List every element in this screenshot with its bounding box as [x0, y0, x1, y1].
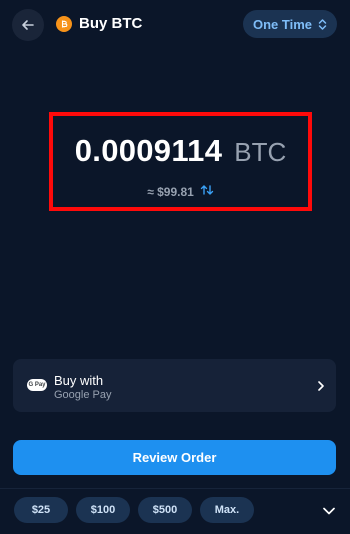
quick-amount-row: $25 $100 $500 Max. — [14, 497, 254, 523]
review-order-label: Review Order — [132, 450, 217, 465]
review-order-button[interactable]: Review Order — [13, 440, 336, 475]
back-button[interactable] — [12, 9, 44, 41]
payment-method-selector[interactable]: G Pay Buy with Google Pay — [13, 359, 336, 412]
divider — [0, 488, 350, 489]
arrow-left-icon — [22, 20, 34, 30]
header: Buy BTC One Time — [0, 0, 350, 50]
page-title: Buy BTC — [79, 15, 143, 32]
swap-currency-button[interactable] — [200, 183, 214, 201]
quick-amount-100[interactable]: $100 — [76, 497, 130, 523]
fiat-equivalent: ≈ $99.81 — [53, 183, 308, 201]
quick-amount-500[interactable]: $500 — [138, 497, 192, 523]
crypto-amount[interactable]: 0.0009114 BTC — [53, 133, 308, 169]
payment-method-name: Google Pay — [54, 389, 112, 401]
chevron-down-icon — [323, 507, 335, 515]
chevron-up-down-icon — [318, 18, 327, 30]
crypto-amount-unit: BTC — [234, 137, 287, 167]
purchase-frequency-label: One Time — [252, 16, 312, 32]
quick-amount-max[interactable]: Max. — [200, 497, 254, 523]
quick-amount-25[interactable]: $25 — [14, 497, 68, 523]
google-pay-icon: G Pay — [27, 379, 47, 391]
swap-arrows-icon — [200, 185, 214, 195]
collapse-button[interactable] — [322, 503, 336, 521]
bitcoin-icon — [56, 16, 72, 32]
purchase-frequency-selector[interactable]: One Time — [242, 10, 337, 38]
fiat-amount: ≈ $99.81 — [147, 185, 194, 199]
payment-method-title: Buy with — [54, 373, 104, 388]
amount-display: 0.0009114 BTC ≈ $99.81 — [49, 112, 312, 211]
crypto-amount-value: 0.0009114 — [74, 133, 223, 168]
chevron-right-icon — [318, 381, 324, 391]
